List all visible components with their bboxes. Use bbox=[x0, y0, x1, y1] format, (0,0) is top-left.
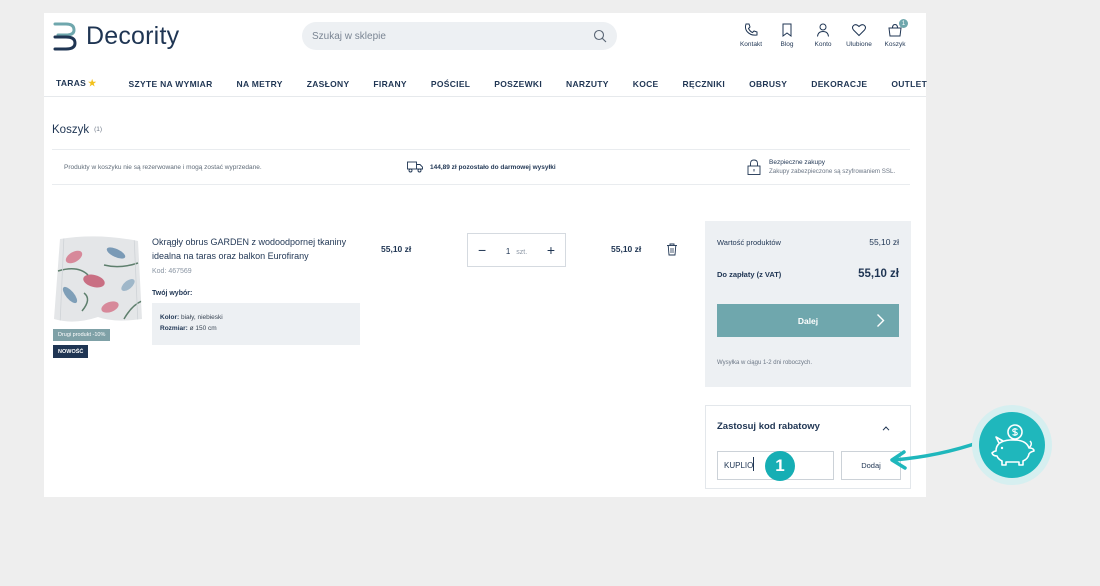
unit-price: 55,10 zł bbox=[381, 244, 412, 254]
logo-mark-icon bbox=[53, 22, 77, 51]
qty-unit: szt. bbox=[516, 249, 528, 256]
search-bar bbox=[302, 22, 617, 50]
header-contact-label: Kontakt bbox=[739, 41, 763, 48]
heart-icon bbox=[852, 24, 866, 37]
order-summary: Wartość produktów 55,10 zł Do zapłaty (z… bbox=[705, 221, 911, 387]
chevron-up-icon[interactable] bbox=[882, 426, 890, 431]
nav-item-poszewki[interactable]: POSZEWKI bbox=[494, 79, 542, 89]
piggy-bank-icon bbox=[991, 424, 1035, 466]
badge-new: NOWOŚĆ bbox=[53, 345, 89, 358]
nav-item-dekoracje[interactable]: DEKORACJE bbox=[811, 79, 867, 89]
next-button[interactable]: Dalej bbox=[717, 304, 899, 337]
search-icon[interactable] bbox=[593, 29, 607, 43]
text-caret bbox=[753, 457, 754, 471]
header-account-label: Konto bbox=[814, 41, 832, 48]
piggy-bank-circle bbox=[979, 412, 1045, 478]
logo-text: Decority bbox=[86, 21, 180, 50]
cart-badge: 1 bbox=[899, 19, 908, 28]
phone-icon bbox=[744, 23, 758, 36]
badge-second-product: Drugi produkt -10% bbox=[53, 329, 111, 341]
bookmark-icon bbox=[782, 23, 792, 37]
size-value: ø 150 cm bbox=[189, 325, 217, 332]
chevron-right-icon bbox=[877, 314, 885, 327]
secure-title: Bezpieczne zakupy bbox=[769, 159, 826, 166]
nav-item-obrusy[interactable]: OBRUSY bbox=[749, 79, 787, 89]
choice-color-row: Kolor: biały, niebieski bbox=[160, 312, 352, 323]
choice-size-row: Rozmiar: ø 150 cm bbox=[160, 323, 352, 334]
header-cart-label: Koszyk bbox=[884, 41, 906, 48]
header-contact[interactable]: Kontakt bbox=[734, 22, 768, 48]
nav-item-zaslony[interactable]: ZASŁONY bbox=[307, 79, 350, 89]
free-shipping-text: 144,89 zł pozostało do darmowej wysyłki bbox=[430, 163, 556, 171]
page-title: Koszyk (1) bbox=[52, 124, 102, 136]
size-label: Rozmiar: bbox=[160, 325, 188, 332]
user-icon bbox=[817, 23, 829, 37]
step-number-badge: 1 bbox=[765, 451, 795, 481]
main-nav: TARAS ★ SZYTE NA WYMIAR NA METRY ZASŁONY … bbox=[44, 71, 927, 97]
product-name[interactable]: Okrągły obrus GARDEN z wodoodpornej tkan… bbox=[152, 235, 352, 263]
products-value-label: Wartość produktów bbox=[717, 237, 781, 247]
nav-item-posciel[interactable]: POŚCIEL bbox=[431, 79, 470, 89]
piggy-bank-badge bbox=[972, 405, 1052, 485]
color-label: Kolor: bbox=[160, 314, 180, 321]
qty-plus-button[interactable]: + bbox=[547, 243, 555, 257]
search-input[interactable] bbox=[312, 30, 593, 42]
products-value-row: Wartość produktów 55,10 zł bbox=[717, 237, 899, 247]
nav-item-narzuty[interactable]: NARZUTY bbox=[566, 79, 609, 89]
choice-label: Twój wybór: bbox=[152, 290, 193, 297]
nav-item-label: TARAS bbox=[56, 78, 87, 88]
quantity-stepper: − 1 szt. + bbox=[467, 233, 566, 267]
nav-item-na-metry[interactable]: NA METRY bbox=[237, 79, 283, 89]
line-total: 55,10 zł bbox=[611, 244, 642, 254]
product-image[interactable] bbox=[54, 235, 142, 325]
header-blog-label: Blog bbox=[780, 41, 794, 48]
lock-icon bbox=[747, 159, 761, 175]
cart-info-bar: Produkty w koszyku nie są rezerwowane i … bbox=[52, 149, 910, 185]
to-pay-row: Do zapłaty (z VAT) 55,10 zł bbox=[717, 268, 899, 280]
products-value: 55,10 zł bbox=[869, 237, 899, 247]
truck-icon bbox=[407, 161, 423, 173]
cart-title-text: Koszyk bbox=[52, 124, 90, 136]
free-shipping-info: 144,89 zł pozostało do darmowej wysyłki bbox=[407, 161, 556, 173]
reservation-note: Produkty w koszyku nie są rezerwowane i … bbox=[64, 163, 262, 171]
qty-value-wrap: 1 szt. bbox=[506, 241, 527, 259]
color-value: biały, niebieski bbox=[180, 314, 223, 321]
shipping-note: Wysyłka w ciągu 1-2 dni roboczych. bbox=[717, 360, 812, 366]
header-blog[interactable]: Blog bbox=[770, 22, 804, 48]
cart-count: (1) bbox=[94, 126, 103, 134]
logo[interactable]: Decority bbox=[52, 19, 179, 53]
qty-value[interactable]: 1 bbox=[506, 247, 510, 256]
next-button-label: Dalej bbox=[797, 315, 819, 326]
discount-title[interactable]: Zastosuj kod rabatowy bbox=[717, 421, 820, 432]
nav-item-koce[interactable]: KOCE bbox=[633, 79, 659, 89]
secure-shopping-info: Bezpieczne zakupy Zakupy zabezpieczone s… bbox=[747, 159, 895, 175]
header-icons: Kontakt Blog Konto Ulubione 1 Koszyk bbox=[734, 19, 914, 48]
nav-item-outlet[interactable]: OUTLET bbox=[891, 79, 927, 89]
trash-icon[interactable] bbox=[666, 243, 678, 256]
to-pay-label: Do zapłaty (z VAT) bbox=[717, 269, 782, 279]
nav-item-firany[interactable]: FIRANY bbox=[373, 79, 406, 89]
product-code: Kod: 467569 bbox=[152, 268, 192, 275]
star-icon: ★ bbox=[88, 78, 97, 88]
header-favorites[interactable]: Ulubione bbox=[842, 22, 876, 48]
nav-item-taras[interactable]: TARAS ★ bbox=[56, 78, 97, 89]
header-favorites-label: Ulubione bbox=[846, 41, 872, 48]
header-account[interactable]: Konto bbox=[806, 22, 840, 48]
secure-text-block: Bezpieczne zakupy Zakupy zabezpieczone s… bbox=[769, 159, 895, 175]
choice-box: Kolor: biały, niebieski Rozmiar: ø 150 c… bbox=[152, 303, 360, 345]
qty-minus-button[interactable]: − bbox=[478, 243, 486, 257]
secure-subtitle: Zakupy zabezpieczone są szyfrowaniem SSL… bbox=[769, 168, 896, 175]
page-container: Decority Kontakt Blog Konto Ulubione 1 bbox=[44, 13, 927, 497]
nav-item-reczniki[interactable]: RĘCZNIKI bbox=[683, 79, 726, 89]
nav-item-szyte[interactable]: SZYTE NA WYMIAR bbox=[129, 79, 213, 89]
header-cart[interactable]: 1 Koszyk bbox=[878, 19, 912, 48]
to-pay-value: 55,10 zł bbox=[858, 268, 899, 280]
